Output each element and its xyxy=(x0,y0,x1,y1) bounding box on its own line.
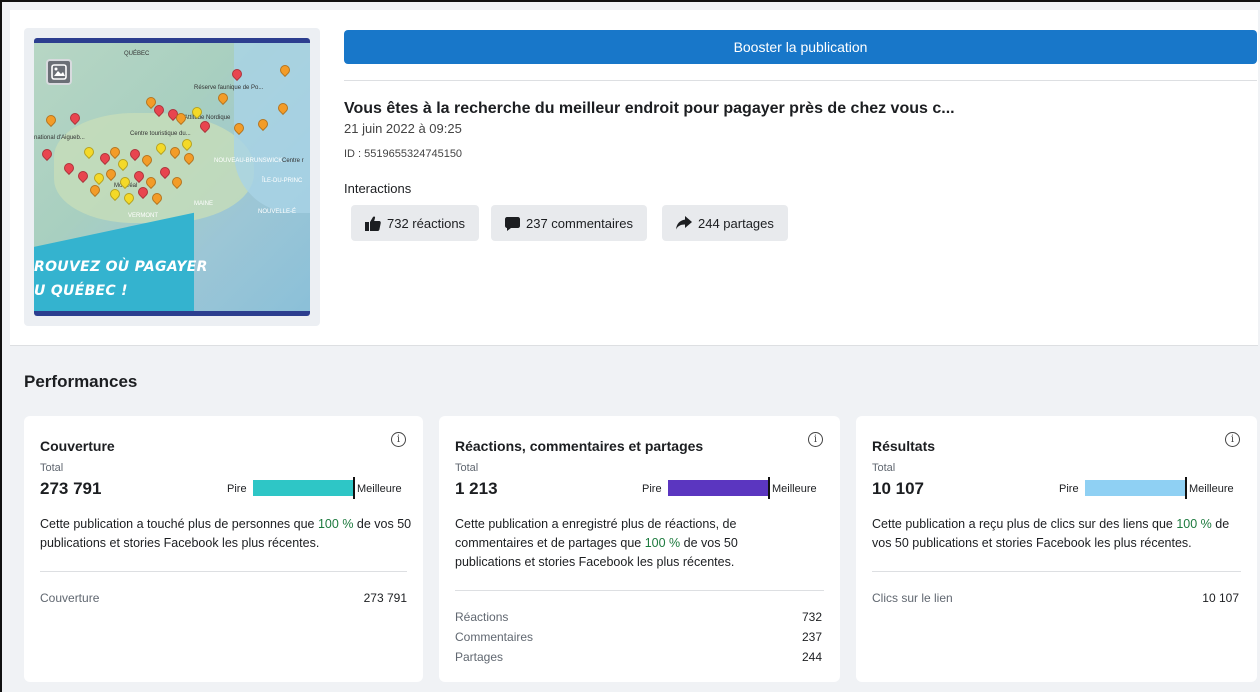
better-label: Meilleure xyxy=(1189,483,1234,495)
benchmark-marker xyxy=(1185,477,1187,499)
map-pin xyxy=(67,110,83,126)
desc-text: Cette publication a touché plus de perso… xyxy=(40,517,318,531)
total-value: 273 791 xyxy=(40,479,102,498)
map-slogan-line2: U QUÉBEC ! xyxy=(34,283,128,299)
comments-pill[interactable]: 237 commentaires xyxy=(491,205,647,241)
metric-label: Clics sur le lien xyxy=(872,591,953,605)
metric-value: 244 xyxy=(801,650,822,664)
card-title: Résultats xyxy=(872,438,936,454)
benchmark-bar xyxy=(1085,480,1185,496)
info-icon[interactable]: i xyxy=(1225,432,1240,447)
reactions-count: 732 réactions xyxy=(387,215,466,231)
post-id: ID : 5519655324745150 xyxy=(344,148,463,160)
worse-label: Pire xyxy=(1059,483,1079,495)
image-icon[interactable] xyxy=(46,59,72,85)
metric-value: 237 xyxy=(801,630,822,644)
thumbs-up-icon xyxy=(365,216,381,231)
divider xyxy=(344,80,1257,81)
post-date: 21 juin 2022 à 09:25 xyxy=(344,121,462,136)
map-label: VERMONT xyxy=(128,213,158,219)
percent-highlight: 100 % xyxy=(317,517,354,531)
desc-text: Cette publication a reçu plus de clics s… xyxy=(872,517,1177,531)
interactions-heading: Interactions xyxy=(344,181,412,196)
shares-count: 244 partages xyxy=(698,215,774,231)
map-label: NOUVEAU-BRUNSWICK xyxy=(214,158,283,164)
map-label: QUÉBEC xyxy=(124,51,150,57)
shares-pill[interactable]: 244 partages xyxy=(662,205,788,241)
map-label: Centre touristique du... xyxy=(130,131,191,137)
boost-post-button[interactable]: Booster la publication xyxy=(344,30,1257,64)
post-title: Vous êtes à la recherche du meilleur end… xyxy=(344,100,955,117)
metric-value: 273 791 xyxy=(363,591,407,605)
map-label: MAINE xyxy=(194,201,214,207)
share-arrow-icon xyxy=(676,216,692,230)
map-label: ÎLE-DU-PRINC xyxy=(262,178,303,184)
map-label: Réserve faunique de Po... xyxy=(194,85,264,91)
results-card: Résultats i Total 10 107 Pire Meilleure … xyxy=(856,416,1257,682)
better-label: Meilleure xyxy=(357,483,402,495)
total-label: Total xyxy=(872,462,896,474)
info-icon[interactable]: i xyxy=(808,432,823,447)
metric-value: 732 xyxy=(801,610,822,624)
card-description: Cette publication a reçu plus de clics s… xyxy=(872,515,1247,553)
divider xyxy=(40,571,407,572)
map-pin xyxy=(215,90,231,106)
card-title: Couverture xyxy=(40,438,115,454)
card-title: Réactions, commentaires et partages xyxy=(455,438,704,454)
metric-label: Couverture xyxy=(40,591,100,605)
metric-label: Réactions xyxy=(455,610,509,624)
reactions-pill[interactable]: 732 réactions xyxy=(351,205,480,241)
map-label: Centre r xyxy=(282,158,304,164)
total-label: Total xyxy=(455,462,479,474)
benchmark-marker xyxy=(768,477,770,499)
post-thumbnail[interactable]: QUÉBEC Réserve faunique de Po... Attitud… xyxy=(24,28,320,326)
total-label: Total xyxy=(40,462,64,474)
total-value: 1 213 xyxy=(455,479,498,498)
performances-heading: Performances xyxy=(24,372,138,391)
divider xyxy=(872,571,1241,572)
map-label: NOUVELLE-É xyxy=(258,209,297,215)
comments-count: 237 commentaires xyxy=(526,215,633,231)
post-summary-panel: QUÉBEC Réserve faunique de Po... Attitud… xyxy=(10,10,1258,345)
total-value: 10 107 xyxy=(872,479,924,498)
map-image: QUÉBEC Réserve faunique de Po... Attitud… xyxy=(34,38,310,316)
percent-highlight: 100 % xyxy=(1176,517,1212,531)
benchmark-bar xyxy=(668,480,768,496)
info-icon[interactable]: i xyxy=(391,432,406,447)
divider xyxy=(455,590,824,591)
card-description: Cette publication a touché plus de perso… xyxy=(40,515,415,553)
map-pin xyxy=(39,146,55,162)
metric-value: 10 107 xyxy=(1202,591,1239,605)
worse-label: Pire xyxy=(642,483,662,495)
benchmark-marker xyxy=(353,477,355,499)
map-label: national d'Aigueb... xyxy=(34,135,85,141)
reach-card: Couverture i Total 273 791 Pire Meilleur… xyxy=(24,416,423,682)
comment-bubble-icon xyxy=(505,216,520,231)
engagement-card: Réactions, commentaires et partages i To… xyxy=(439,416,840,682)
map-land xyxy=(54,113,254,223)
map-sea xyxy=(234,43,310,213)
percent-highlight: 100 % xyxy=(644,536,681,550)
map-slogan-line1: ROUVEZ OÙ PAGAYER xyxy=(34,259,208,275)
map-pin xyxy=(43,112,59,128)
metric-label: Partages xyxy=(455,650,504,664)
card-description: Cette publication a enregistré plus de r… xyxy=(455,515,785,572)
better-label: Meilleure xyxy=(772,483,817,495)
benchmark-bar xyxy=(253,480,353,496)
worse-label: Pire xyxy=(227,483,247,495)
map-label: Attitude Nordique xyxy=(184,115,231,121)
metric-label: Commentaires xyxy=(455,630,534,644)
